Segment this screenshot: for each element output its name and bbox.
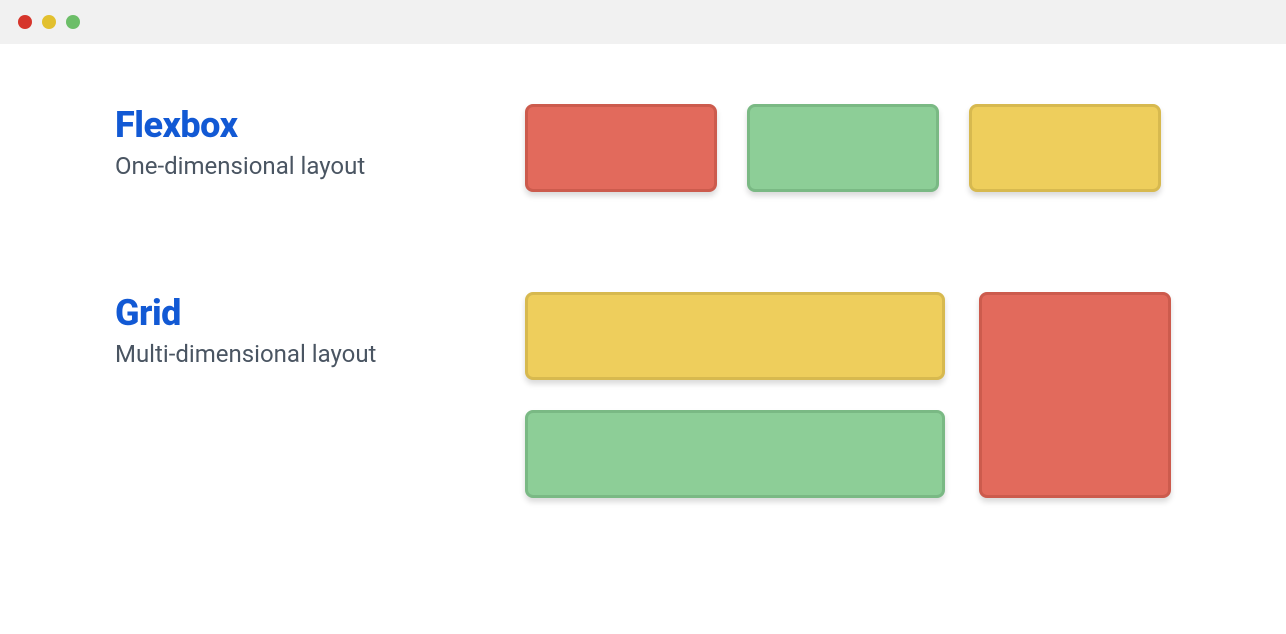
flexbox-subtitle: One-dimensional layout [115,152,525,180]
window-titlebar [0,0,1286,44]
grid-demo [525,292,1176,498]
window-maximize-button[interactable] [66,15,80,29]
grid-text: Grid Multi-dimensional layout [115,292,525,368]
main-content: Flexbox One-dimensional layout Grid Mult… [0,44,1286,498]
grid-item-green [525,410,945,498]
window-close-button[interactable] [18,15,32,29]
grid-section: Grid Multi-dimensional layout [115,292,1176,498]
flexbox-demo [525,104,1176,192]
flexbox-title: Flexbox [115,104,525,146]
flexbox-section: Flexbox One-dimensional layout [115,104,1176,192]
window-minimize-button[interactable] [42,15,56,29]
flex-item-red [525,104,717,192]
grid-subtitle: Multi-dimensional layout [115,340,525,368]
flex-item-yellow [969,104,1161,192]
grid-title: Grid [115,292,525,334]
flex-item-green [747,104,939,192]
grid-item-yellow [525,292,945,380]
flexbox-text: Flexbox One-dimensional layout [115,104,525,180]
grid-item-red [979,292,1171,498]
